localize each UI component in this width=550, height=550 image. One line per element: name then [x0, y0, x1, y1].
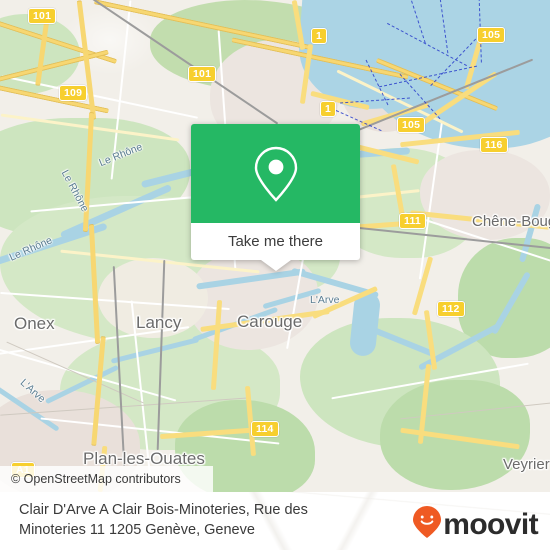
map-pin-icon: [250, 143, 302, 205]
screenshot-root: Le Rhône Le Rhône Le Rhône L'Arve L'Arve…: [0, 0, 550, 550]
take-me-there-button[interactable]: Take me there: [191, 223, 360, 260]
road-shield-1[interactable]: 1: [311, 28, 328, 44]
road-shield-116[interactable]: 116: [480, 137, 508, 153]
location-title: Clair D'Arve A Clair Bois-Minoteries, Ru…: [19, 502, 308, 538]
moovit-logo[interactable]: moovit: [412, 505, 539, 544]
place-label-lancy: Lancy: [136, 313, 182, 332]
moovit-wordmark: moovit: [443, 507, 538, 541]
place-label-chene-bougeries: Chêne-Boug: [472, 213, 550, 230]
road-shield-112[interactable]: 112: [437, 301, 465, 317]
water-label: L'Arve: [310, 294, 340, 306]
road-shield-101[interactable]: 101: [188, 66, 217, 82]
map-canvas[interactable]: Le Rhône Le Rhône Le Rhône L'Arve L'Arve…: [0, 0, 550, 492]
footer-bar: Clair D'Arve A Clair Bois-Minoteries, Ru…: [0, 492, 550, 550]
moovit-smiley-pin-icon: [412, 505, 442, 544]
callout-pin-area: [191, 124, 360, 223]
road-shield-105[interactable]: 105: [477, 27, 506, 43]
road-shield-101[interactable]: 101: [28, 8, 57, 24]
place-label-carouge: Carouge: [237, 312, 303, 331]
road-shield-114[interactable]: 114: [251, 421, 279, 437]
road-shield-109[interactable]: 109: [59, 85, 88, 101]
callout-tail: [260, 260, 291, 271]
road-shield-105[interactable]: 105: [397, 117, 426, 133]
road-shield-1[interactable]: 1: [320, 101, 337, 117]
place-label-onex: Onex: [14, 314, 55, 333]
osm-attribution-text: © OpenStreetMap contributors: [11, 472, 181, 486]
place-label-veyrier: Veyrier: [503, 456, 550, 473]
take-me-there-label: Take me there: [227, 233, 324, 250]
road-shield-111[interactable]: 111: [399, 213, 426, 229]
destination-callout-card[interactable]: Take me there: [191, 124, 360, 271]
osm-attribution[interactable]: © OpenStreetMap contributors: [0, 466, 213, 492]
